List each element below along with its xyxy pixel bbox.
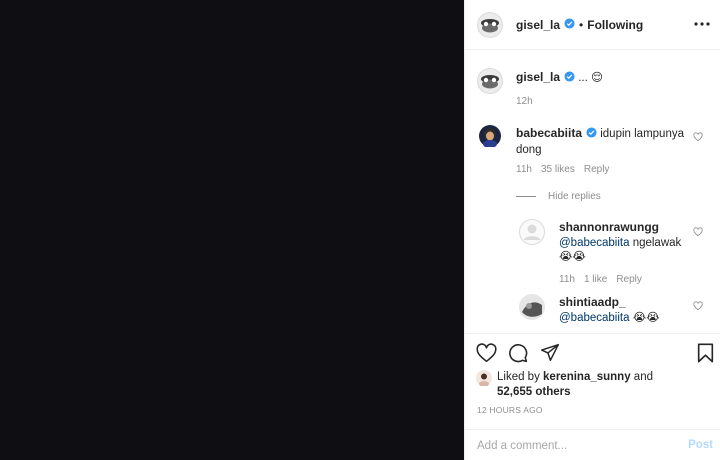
reply-emoji: 😭😭 <box>629 311 660 324</box>
comment-time: 11h <box>516 164 532 175</box>
comment-avatar[interactable] <box>479 125 501 150</box>
caption-avatar[interactable] <box>477 68 503 97</box>
comment-likes[interactable]: 35 likes <box>541 164 575 175</box>
reply-button[interactable]: Reply <box>584 164 610 175</box>
bookmark-icon[interactable] <box>697 343 714 366</box>
reply-meta: 11h 1 like Reply <box>559 274 651 285</box>
post-actions: Liked by kerenina_sunny and 52,655 other… <box>465 333 720 460</box>
comment-icon[interactable] <box>508 343 528 366</box>
header-user: gisel_la • Following <box>516 18 643 32</box>
post-comment-button[interactable]: Post <box>688 439 713 451</box>
likes-summary: Liked by kerenina_sunny and 52,655 other… <box>497 370 712 400</box>
caption-body: ... 😌 <box>578 72 604 84</box>
more-options-icon[interactable] <box>693 16 711 32</box>
post-media-image[interactable] <box>0 0 464 460</box>
reply-username[interactable]: shintiaadp_ <box>559 295 626 309</box>
reply-avatar[interactable] <box>519 219 545 248</box>
verified-badge-icon <box>564 71 575 87</box>
reply-emoji: 😭😭 <box>559 251 586 263</box>
following-button[interactable]: Following <box>587 18 643 32</box>
reply-mention[interactable]: @babecabiita <box>559 237 630 249</box>
share-icon[interactable] <box>540 343 560 365</box>
like-comment-heart-icon[interactable] <box>693 227 703 237</box>
heart-icon[interactable] <box>476 343 497 366</box>
reply-avatar[interactable] <box>519 294 545 323</box>
caption-time: 12h <box>516 96 533 107</box>
reply-text: shannonrawungg @babecabiita ngelawak 😭😭 <box>559 220 693 265</box>
liker-username[interactable]: kerenina_sunny <box>543 371 631 383</box>
add-comment-bar: Post <box>465 429 720 460</box>
verified-badge-icon <box>586 127 597 143</box>
comment-username[interactable]: babecabiita <box>516 126 582 140</box>
divider-line <box>516 196 536 197</box>
reply-body: ngelawak <box>629 236 682 249</box>
post-header: gisel_la • Following <box>465 0 720 50</box>
reply-likes[interactable]: 1 like <box>584 274 607 285</box>
header-username[interactable]: gisel_la <box>516 18 560 32</box>
verified-badge-icon <box>564 17 575 32</box>
likes-count[interactable]: 52,655 others <box>497 386 571 398</box>
reply-button[interactable]: Reply <box>616 274 642 285</box>
comment-meta: 11h 35 likes Reply <box>516 164 618 175</box>
likes-prefix: Liked by <box>497 371 544 383</box>
post-timestamp[interactable]: 12 HOURS AGO <box>477 405 543 415</box>
liker-avatar[interactable] <box>476 370 492 389</box>
caption-text: gisel_la ... 😌 <box>516 70 603 87</box>
comment-text: babecabiita idupin lampunya dong <box>516 126 694 157</box>
header-separator: • <box>579 17 584 32</box>
like-comment-heart-icon[interactable] <box>693 132 703 142</box>
reply-username[interactable]: shannonrawungg <box>559 220 659 234</box>
hide-replies-label: Hide replies <box>548 191 601 202</box>
post-side-panel: gisel_la • Following gisel_la ... 😌 12h … <box>464 0 720 460</box>
caption-username[interactable]: gisel_la <box>516 70 560 84</box>
add-comment-input[interactable] <box>477 436 677 456</box>
reply-mention[interactable]: @babecabiita <box>559 312 630 324</box>
likes-middle: and <box>630 371 653 383</box>
instagram-post-view: gisel_la • Following gisel_la ... 😌 12h … <box>0 0 720 460</box>
comments-list[interactable]: gisel_la ... 😌 12h babecabiita idupin la… <box>465 51 720 333</box>
avatar[interactable] <box>477 11 503 38</box>
hide-replies-button[interactable]: Hide replies <box>516 191 601 202</box>
reply-time: 11h <box>559 274 575 285</box>
like-comment-heart-icon[interactable] <box>693 301 703 311</box>
reply-text: shintiaadp_ @babecabiita 😭😭 <box>559 295 693 325</box>
